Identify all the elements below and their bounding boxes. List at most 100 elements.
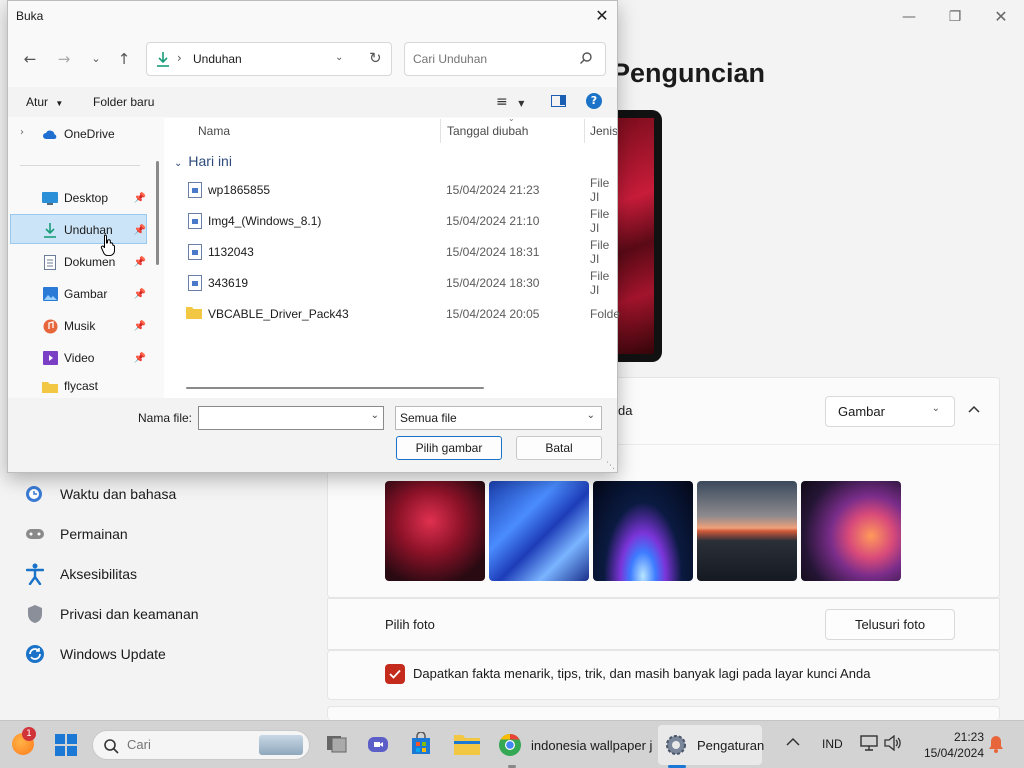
filename-field[interactable]: ⌄ bbox=[198, 406, 384, 430]
file-row[interactable]: wp1865855 15/04/2024 21:23 File JI bbox=[164, 176, 614, 204]
taskbar-search-input[interactable] bbox=[127, 737, 227, 752]
clock-globe-icon bbox=[24, 483, 46, 505]
file-date: 15/04/2024 18:31 bbox=[446, 245, 540, 259]
dialog-title: Buka bbox=[16, 9, 44, 23]
file-row[interactable]: VBCABLE_Driver_Pack43 15/04/2024 20:05 F… bbox=[164, 300, 620, 328]
sidebar-item-gaming[interactable]: Permainan bbox=[24, 522, 128, 546]
nav-item-label: Musik bbox=[64, 319, 96, 333]
nav-item-downloads[interactable]: Unduhan 📌 bbox=[10, 215, 148, 245]
fun-facts-checkbox[interactable] bbox=[385, 664, 405, 684]
horizontal-scrollbar[interactable] bbox=[186, 387, 484, 389]
video-icon bbox=[42, 350, 58, 366]
sort-indicator-icon: ⌄ bbox=[508, 114, 515, 123]
nav-item-videos[interactable]: Video 📌 bbox=[10, 343, 148, 373]
recent-image-2[interactable] bbox=[489, 481, 589, 581]
column-header-type[interactable]: Jenis bbox=[590, 124, 617, 138]
search-box[interactable] bbox=[404, 42, 606, 76]
file-row[interactable]: 1132043 15/04/2024 18:31 File JI bbox=[164, 238, 614, 266]
nav-scrollbar[interactable] bbox=[156, 161, 159, 265]
taskbar-app-chrome[interactable]: indonesia wallpaper j bbox=[498, 729, 652, 761]
caret-down-icon: ▼ bbox=[55, 99, 64, 108]
network-icon[interactable] bbox=[860, 735, 878, 754]
list-view-icon: ≡ bbox=[496, 94, 508, 110]
image-file-icon bbox=[188, 244, 202, 260]
resize-grip-icon[interactable]: ⋱ bbox=[606, 461, 615, 471]
view-options-button[interactable]: ≡ ▼ bbox=[496, 94, 524, 110]
sidebar-item-accessibility[interactable]: Aksesibilitas bbox=[24, 562, 137, 586]
sidebar-item-privacy[interactable]: Privasi dan keamanan bbox=[24, 602, 199, 626]
choose-picture-button[interactable]: Pilih gambar bbox=[396, 436, 502, 460]
organize-button[interactable]: Atur ▼ bbox=[26, 95, 63, 109]
refresh-icon[interactable]: ↻ bbox=[369, 49, 382, 67]
sidebar-item-label: Permainan bbox=[60, 526, 128, 542]
meet-icon[interactable] bbox=[367, 734, 389, 754]
pin-icon: 📌 bbox=[133, 256, 146, 268]
taskbar-search[interactable] bbox=[92, 730, 310, 760]
notification-bell-icon[interactable] bbox=[988, 735, 1004, 756]
browse-photos-button[interactable]: Telusuri foto bbox=[825, 609, 955, 640]
filename-input[interactable] bbox=[203, 410, 363, 424]
breadcrumb-separator-icon: › bbox=[177, 51, 182, 65]
file-type: File JI bbox=[590, 176, 610, 204]
minimize-button[interactable]: — bbox=[898, 8, 920, 26]
recent-image-1[interactable] bbox=[385, 481, 485, 581]
show-hidden-icons-button[interactable] bbox=[786, 735, 800, 750]
cancel-button[interactable]: Batal bbox=[516, 436, 602, 460]
address-bar[interactable]: › Unduhan ⌄ ↻ bbox=[146, 42, 392, 76]
file-row[interactable]: Img4_(Windows_8.1) 15/04/2024 21:10 File… bbox=[164, 207, 614, 235]
refresh-icon bbox=[24, 643, 46, 665]
help-icon[interactable]: ? bbox=[586, 93, 602, 109]
back-button[interactable]: ← bbox=[20, 49, 40, 69]
recent-image-3[interactable] bbox=[593, 481, 693, 581]
pin-icon: 📌 bbox=[133, 224, 146, 236]
task-view-icon[interactable] bbox=[326, 734, 348, 754]
windows-logo-icon bbox=[55, 734, 77, 756]
collapse-button[interactable] bbox=[964, 402, 984, 420]
fun-facts-label: Dapatkan fakta menarik, tips, trik, dan … bbox=[413, 666, 871, 681]
nav-item-desktop[interactable]: Desktop 📌 bbox=[10, 183, 148, 213]
up-button[interactable]: ↑ bbox=[114, 49, 134, 69]
store-icon[interactable] bbox=[410, 731, 432, 756]
taskbar: 1 indonesia wallpaper j Pengaturan IND 2… bbox=[0, 720, 1024, 768]
file-name: Img4_(Windows_8.1) bbox=[208, 214, 322, 228]
picture-icon bbox=[42, 286, 58, 302]
personalize-select[interactable]: Gambar ⌄ bbox=[825, 396, 955, 427]
nav-item-documents[interactable]: Dokumen 📌 bbox=[10, 247, 148, 277]
language-indicator[interactable]: IND bbox=[822, 737, 843, 751]
nav-item-flycast[interactable]: flycast bbox=[10, 375, 148, 397]
new-folder-button[interactable]: Folder baru bbox=[93, 95, 154, 109]
search-input[interactable] bbox=[413, 50, 573, 68]
download-icon bbox=[42, 222, 58, 238]
file-explorer-icon[interactable] bbox=[454, 733, 480, 755]
start-button[interactable] bbox=[55, 734, 77, 756]
sidebar-item-time-language[interactable]: Waktu dan bahasa bbox=[24, 482, 176, 506]
file-date: 15/04/2024 21:23 bbox=[446, 183, 540, 197]
taskbar-app-settings[interactable]: Pengaturan bbox=[658, 725, 765, 765]
chevron-down-icon[interactable]: ⌄ bbox=[371, 410, 379, 421]
file-row[interactable]: 343619 15/04/2024 18:30 File JI bbox=[164, 269, 614, 297]
forward-button[interactable]: → bbox=[54, 49, 74, 69]
taskbar-app-label: Pengaturan bbox=[697, 737, 765, 753]
recent-locations-button[interactable]: ⌄ bbox=[86, 49, 106, 69]
recent-image-5[interactable] bbox=[801, 481, 901, 581]
column-header-date[interactable]: Tanggal diubah bbox=[447, 124, 528, 138]
file-date: 15/04/2024 21:10 bbox=[446, 214, 540, 228]
nav-item-label: Video bbox=[64, 351, 95, 365]
nav-item-onedrive[interactable]: OneDrive bbox=[10, 119, 148, 149]
nav-item-pictures[interactable]: Gambar 📌 bbox=[10, 279, 148, 309]
close-button[interactable]: ✕ bbox=[990, 8, 1012, 26]
address-dropdown-icon[interactable]: ⌄ bbox=[335, 52, 343, 63]
sidebar-item-windows-update[interactable]: Windows Update bbox=[24, 642, 166, 666]
volume-icon[interactable] bbox=[884, 734, 902, 754]
filetype-select[interactable]: Semua file ⌄ bbox=[395, 406, 602, 430]
recent-image-4[interactable] bbox=[697, 481, 797, 581]
group-header[interactable]: ⌄ Hari ini bbox=[174, 153, 232, 169]
nav-item-music[interactable]: Musik 📌 bbox=[10, 311, 148, 341]
maximize-button[interactable]: ❐ bbox=[944, 8, 966, 26]
file-name: 343619 bbox=[208, 276, 249, 290]
dialog-close-button[interactable]: ✕ bbox=[590, 5, 614, 27]
preview-pane-button[interactable] bbox=[551, 95, 566, 107]
desktop-icon bbox=[42, 190, 58, 206]
clock[interactable]: 21:23 15/04/2024 bbox=[914, 729, 984, 761]
column-header-name[interactable]: Nama bbox=[198, 124, 230, 138]
